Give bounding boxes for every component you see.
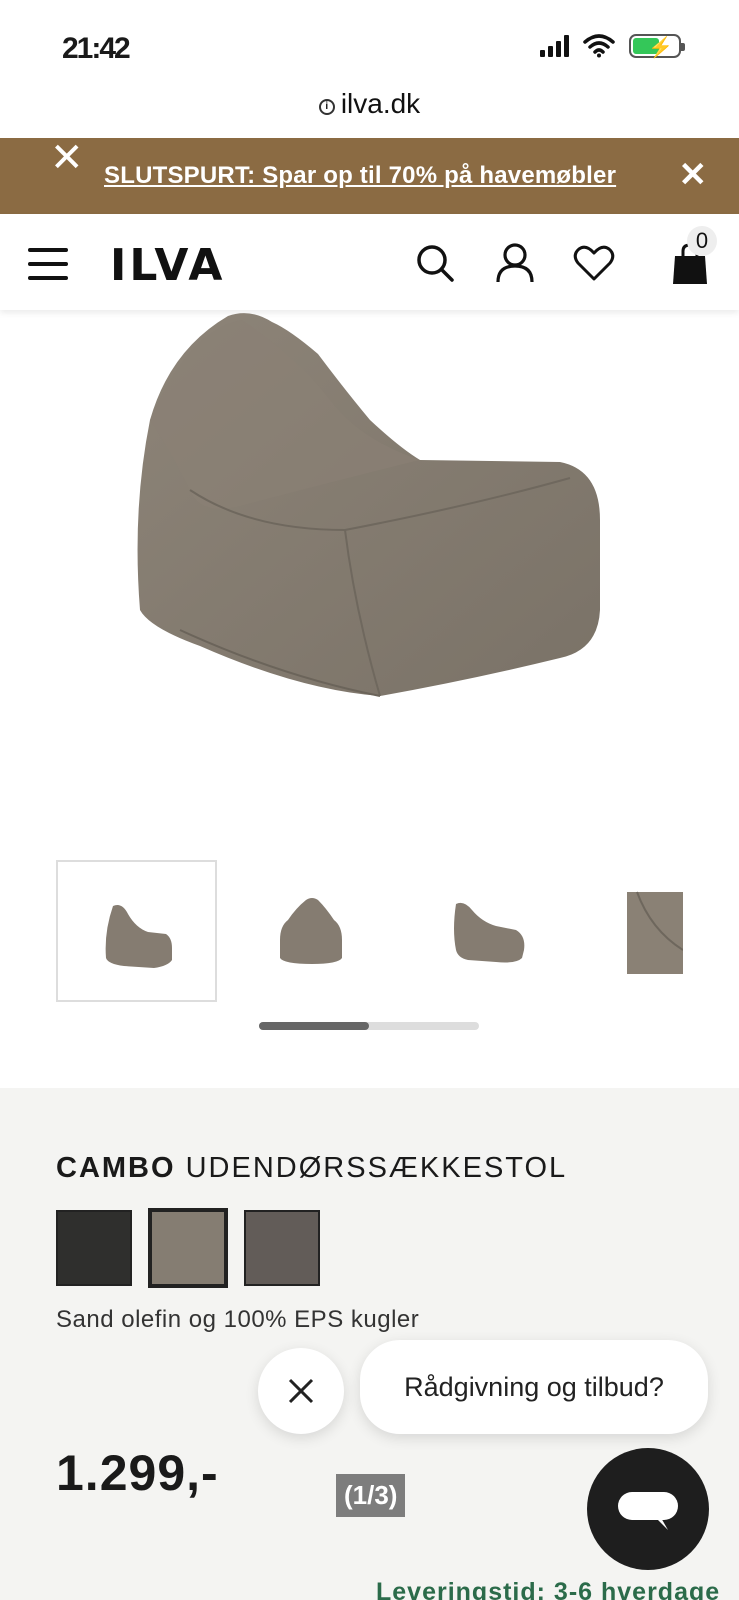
search-icon[interactable]: [414, 242, 456, 284]
product-image[interactable]: [0, 310, 739, 830]
chat-icon: [618, 1492, 678, 1530]
info-icon[interactable]: i: [318, 99, 335, 115]
cart-count-badge: 0: [687, 226, 717, 256]
promo-link[interactable]: SLUTSPURT: Spar op til 70% på havemøbler: [104, 162, 616, 190]
thumbnail-scrollbar[interactable]: [259, 1022, 479, 1030]
product-title: CAMBO UDENDØRSSÆKKESTOL: [56, 1152, 567, 1185]
thumbnail-4[interactable]: [627, 860, 684, 1002]
close-icon[interactable]: ✕: [50, 138, 84, 178]
image-counter: (1/3): [336, 1474, 406, 1517]
scrollbar-thumb[interactable]: [259, 1022, 369, 1030]
swatch-sand[interactable]: [150, 1210, 226, 1286]
thumbnail-3[interactable]: [452, 860, 532, 1002]
product-name: UDENDØRSSÆKKESTOL: [185, 1152, 568, 1184]
address-bar[interactable]: i ilva.dk: [0, 88, 739, 120]
heart-icon[interactable]: [573, 242, 615, 284]
swatch-charcoal[interactable]: [56, 1210, 132, 1286]
thumbnail-strip: [56, 860, 696, 1004]
product-material: Sand olefin og 100% EPS kugler: [56, 1306, 420, 1333]
chat-prompt-bubble[interactable]: Rådgivning og tilbud?: [360, 1340, 708, 1434]
url-text: ilva.dk: [340, 88, 421, 119]
chat-prompt-text: Rådgivning og tilbud?: [404, 1371, 664, 1402]
delivery-time: Leveringstid: 3-6 hverdage: [376, 1578, 721, 1600]
close-icon: [288, 1378, 314, 1404]
color-swatches: [56, 1210, 320, 1286]
signal-icon: [540, 35, 569, 57]
account-icon[interactable]: [494, 242, 536, 284]
site-header: ILVA 0: [0, 214, 739, 310]
status-icons: ⚡: [540, 34, 685, 59]
product-brand: CAMBO: [56, 1152, 176, 1184]
chat-launcher-button[interactable]: [587, 1448, 709, 1570]
swatch-taupe[interactable]: [244, 1210, 320, 1286]
promo-banner: ✕ SLUTSPURT: Spar op til 70% på havemøbl…: [0, 138, 739, 214]
chat-close-button[interactable]: [258, 1348, 344, 1434]
wifi-icon: [583, 34, 615, 58]
status-time: 21:42: [62, 32, 131, 65]
product-price: 1.299,-: [56, 1445, 219, 1501]
thumbnail-2[interactable]: [272, 860, 352, 1002]
status-bar: 21:42 ⚡: [0, 0, 739, 92]
battery-icon: ⚡: [629, 34, 685, 59]
site-logo[interactable]: ILVA: [110, 240, 225, 291]
menu-icon[interactable]: [28, 248, 68, 280]
promo-close-button[interactable]: ✕: [679, 158, 708, 192]
thumbnail-1[interactable]: [56, 860, 217, 1002]
